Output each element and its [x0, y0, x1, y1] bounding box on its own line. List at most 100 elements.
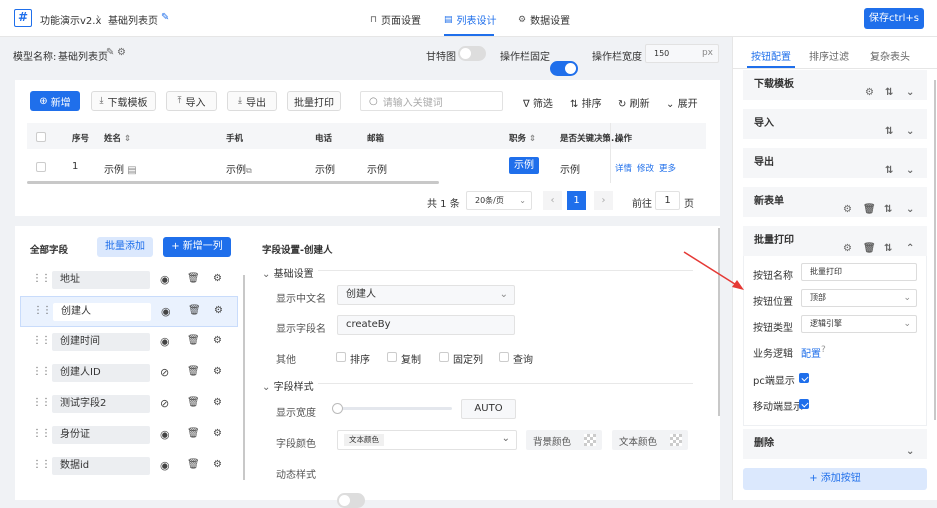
refresh-button[interactable]: ↻ 刷新: [618, 95, 650, 110]
delete-icon[interactable]: 🗑︎: [187, 459, 201, 473]
right-panel-scrollbar[interactable]: [934, 80, 936, 420]
export-button[interactable]: ⤓ 导出: [227, 91, 277, 111]
row-detail-link[interactable]: 详情: [615, 162, 632, 174]
goto-page-input[interactable]: 1: [655, 191, 680, 210]
delete-icon[interactable]: 🗑︎: [187, 273, 201, 287]
style-settings-icon[interactable]: ⚙: [213, 366, 227, 380]
next-page-button[interactable]: ›: [594, 191, 613, 210]
section-header[interactable]: 批量打印 ⚙ 🗑︎ ⇅ ⌃: [743, 226, 927, 256]
chevron-down-circle-icon[interactable]: ⌄: [906, 437, 918, 457]
style-settings-icon[interactable]: ⚙: [214, 305, 228, 319]
field-row[interactable]: ⋮⋮ 创建时间 ◉ 🗑︎ ⚙: [20, 327, 238, 358]
filter-button[interactable]: ∇ 筛选: [523, 95, 553, 110]
chevron-down-circle-icon[interactable]: ⌄: [906, 117, 918, 137]
delete-icon[interactable]: 🗑︎: [863, 195, 876, 215]
basic-settings-section[interactable]: ⌄ 基础设置: [262, 265, 314, 280]
drag-handle-icon[interactable]: ⋮⋮: [32, 335, 51, 346]
save-button[interactable]: 保存ctrl+s: [864, 8, 924, 29]
gear-icon[interactable]: ⚙: [843, 234, 855, 254]
chevron-down-circle-icon[interactable]: ⌄: [906, 156, 918, 176]
style-settings-icon[interactable]: ⚙: [213, 459, 227, 473]
import-button[interactable]: ⤒ 导入: [166, 91, 217, 111]
sort-button[interactable]: ⇅ 排序: [570, 95, 602, 110]
select-all-checkbox[interactable]: [36, 132, 46, 142]
column-width-input[interactable]: 150 px: [645, 44, 719, 63]
background-color-picker[interactable]: 背景颜色: [526, 430, 602, 450]
sort-handle-icon[interactable]: ⇅: [884, 234, 896, 254]
row-checkbox[interactable]: [36, 162, 46, 172]
tab-data-settings[interactable]: ⚙ 数据设置: [518, 12, 570, 28]
delete-icon[interactable]: 🗑︎: [863, 234, 876, 254]
sort-handle-icon[interactable]: ⇅: [885, 117, 897, 137]
add-column-button[interactable]: + 新增一列: [163, 237, 231, 257]
page-size-select[interactable]: 20条/页 ⌄: [466, 191, 532, 210]
mobile-display-checkbox[interactable]: [799, 399, 809, 409]
drag-handle-icon[interactable]: ⋮⋮: [32, 273, 51, 284]
delete-icon[interactable]: 🗑︎: [187, 366, 201, 380]
help-icon[interactable]: ?: [821, 345, 826, 355]
drag-handle-icon[interactable]: ⋮⋮: [32, 428, 51, 439]
delete-icon[interactable]: 🗑︎: [188, 305, 202, 319]
eye-icon[interactable]: ◉: [160, 335, 174, 349]
fixed-column-toggle[interactable]: [550, 61, 578, 76]
eye-off-icon[interactable]: ⊘: [160, 366, 174, 380]
section-header[interactable]: 新表单 ⚙ 🗑︎ ⇅ ⌄: [743, 187, 927, 217]
display-field-name-input[interactable]: createBy: [337, 315, 515, 335]
tab-page-settings[interactable]: ⊓ 页面设置: [370, 12, 421, 28]
style-settings-icon[interactable]: ⚙: [213, 428, 227, 442]
drag-handle-icon[interactable]: ⋮⋮: [33, 305, 52, 316]
tab-complex-header[interactable]: 复杂表头: [870, 48, 910, 63]
add-button[interactable]: ⊕ 新增: [30, 91, 80, 111]
button-type-select[interactable]: 逻辑引擎 ⌄: [801, 315, 917, 333]
expand-button[interactable]: ⌄ 展开: [666, 95, 698, 110]
button-position-select[interactable]: 顶部 ⌄: [801, 289, 917, 307]
download-template-button[interactable]: ⤓ 下载模板: [91, 91, 156, 111]
drag-handle-icon[interactable]: ⋮⋮: [32, 459, 51, 470]
chevron-up-circle-icon[interactable]: ⌃: [906, 234, 918, 254]
field-row[interactable]: ⋮⋮ 测试字段2 ⊘ 🗑︎ ⚙: [20, 389, 238, 420]
tab-button-config[interactable]: 按钮配置: [751, 48, 791, 63]
gear-icon[interactable]: ⚙: [117, 47, 126, 58]
text-color-picker[interactable]: 文本颜色: [612, 430, 688, 450]
copyable-checkbox[interactable]: [387, 352, 397, 362]
style-settings-icon[interactable]: ⚙: [213, 335, 227, 349]
batch-add-button[interactable]: 批量添加: [97, 237, 153, 257]
section-header[interactable]: 导入 ⇅ ⌄: [743, 109, 927, 139]
row-more-link[interactable]: 更多: [659, 162, 676, 174]
row-edit-link[interactable]: 修改: [637, 162, 654, 174]
chevron-down-circle-icon[interactable]: ⌄: [906, 195, 918, 215]
style-settings-icon[interactable]: ⚙: [213, 397, 227, 411]
column-header[interactable]: 职务 ⇕: [509, 132, 536, 144]
batch-print-button[interactable]: 批量打印: [287, 91, 341, 111]
add-button-button[interactable]: + 添加按钮: [743, 468, 927, 490]
eye-off-icon[interactable]: ⊘: [160, 397, 174, 411]
sortable-checkbox[interactable]: [336, 352, 346, 362]
eye-icon[interactable]: ◉: [160, 273, 174, 287]
search-input[interactable]: ○ 请输入关键词: [360, 91, 503, 111]
width-slider-track[interactable]: [337, 407, 452, 410]
field-list-scrollbar[interactable]: [243, 275, 245, 480]
app-title[interactable]: 功能演示v2.x: [40, 12, 101, 27]
config-link[interactable]: 配置: [801, 345, 821, 360]
drag-handle-icon[interactable]: ⋮⋮: [32, 397, 51, 408]
eye-icon[interactable]: ◉: [161, 305, 175, 319]
sort-handle-icon[interactable]: ⇅: [884, 195, 896, 215]
section-header[interactable]: 删除 ⌄: [743, 429, 927, 459]
section-header[interactable]: 导出 ⇅ ⌄: [743, 148, 927, 178]
eye-icon[interactable]: ◉: [160, 459, 174, 473]
chevron-down-circle-icon[interactable]: ⌄: [906, 78, 918, 98]
edit-icon[interactable]: ✎: [161, 12, 169, 23]
gantt-toggle[interactable]: [458, 46, 486, 61]
sort-handle-icon[interactable]: ⇅: [885, 156, 897, 176]
field-row[interactable]: ⋮⋮ 数据id ◉ 🗑︎ ⚙: [20, 451, 238, 482]
display-cn-name-select[interactable]: 创建人 ⌄: [337, 285, 515, 305]
display-width-input[interactable]: AUTO: [461, 399, 516, 419]
pc-display-checkbox[interactable]: [799, 373, 809, 383]
horizontal-scrollbar[interactable]: [27, 181, 439, 184]
column-header[interactable]: 姓名 ⇕: [104, 132, 131, 144]
fixed-column-checkbox[interactable]: [439, 352, 449, 362]
width-slider-handle[interactable]: [332, 403, 343, 414]
prev-page-button[interactable]: ‹: [543, 191, 562, 210]
field-row[interactable]: ⋮⋮ 身份证 ◉ 🗑︎ ⚙: [20, 420, 238, 451]
field-row[interactable]: ⋮⋮ 地址 ◉ 🗑︎ ⚙: [20, 265, 238, 296]
